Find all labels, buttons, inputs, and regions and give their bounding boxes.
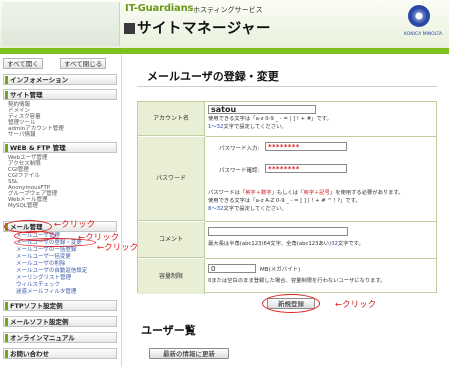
collapse-all-button[interactable]: すべて閉じる <box>60 58 107 69</box>
password-length-note: 8～32文字で設定してください。 <box>208 206 287 213</box>
password-input[interactable]: ******** <box>265 142 347 151</box>
user-list-title: ユーザー覧 <box>141 324 196 337</box>
annotation-click-mail: ←クリック <box>54 220 96 230</box>
sidebar-section-information[interactable]: インフォメーション <box>3 74 117 85</box>
sidebar: すべて開く すべて閉じる インフォメーション サイト管理 契約情報 ドメイン デ… <box>0 54 122 367</box>
main-content: メールユーザの登録・変更 アカウント名 satou 使用できる文字は「a-z 0… <box>123 54 449 367</box>
password-length-rest: 文字で設定してください。 <box>223 206 287 212</box>
sidebar-item-mailing-list[interactable]: メーリングリスト管理 <box>16 275 71 281</box>
pw-note-c: 」もしくは「 <box>271 190 304 196</box>
corporate-logo-icon <box>408 5 430 27</box>
app-title: サイトマネージャー <box>124 17 271 38</box>
sidebar-item-spam-filter[interactable]: 迷惑メールフィルタ管理 <box>16 289 76 295</box>
sidebar-item-virus-check[interactable]: ウィルスチェック <box>16 282 60 288</box>
sidebar-section-contact[interactable]: お問い合わせ <box>3 348 117 359</box>
sidebar-item-mail-user-bulk-change[interactable]: メールユーザ一括変更 <box>16 254 71 260</box>
header-logo-image <box>2 2 120 46</box>
sidebar-section-mail-settings[interactable]: メールソフト設定例 <box>3 316 117 327</box>
corporate-name: KONICA MINOLTA <box>404 32 443 37</box>
password-confirm-input[interactable]: ******** <box>265 164 347 173</box>
password-length: 8～32 <box>208 206 224 212</box>
quota-note: 0または空白のまま登録した場合、容量制限を行わないユーザになります。 <box>208 278 386 284</box>
sidebar-item-server-info[interactable]: サーバ情報 <box>8 132 35 138</box>
sidebar-item-mail-user-bulk-register[interactable]: メールユーザの一括登録 <box>16 247 76 253</box>
password-label: パスワード <box>138 137 205 221</box>
comment-note-a: 最大長は半角(abc123)64文字、全角(abc123あい) <box>208 241 332 247</box>
password-confirm-label: パスワード確認: <box>219 168 260 174</box>
title-mark-icon <box>124 23 135 34</box>
expand-all-button[interactable]: すべて開く <box>3 58 43 69</box>
account-length-note: 1～32文字で設定してください。 <box>208 124 287 131</box>
account-label: アカウント名 <box>138 102 205 136</box>
row-divider <box>205 258 437 259</box>
user-form: アカウント名 satou 使用できる文字は「a-z 0-9 _ - = | ] … <box>137 101 437 294</box>
annotation-click-register-button: ←クリック <box>335 300 377 310</box>
row-divider <box>205 221 437 222</box>
pw-note-d: 英字＋記号 <box>303 190 330 196</box>
pw-note-a: パスワードは「 <box>208 190 246 196</box>
brand-subtitle: ホスティングサービス <box>193 6 263 14</box>
sidebar-section-site[interactable]: サイト管理 <box>3 89 117 100</box>
page-title: メールユーザの登録・変更 <box>147 70 279 83</box>
password-rule-note: パスワードは「英字＋数字」もしくは「英字＋記号」を使用する必要があります。 <box>208 190 404 197</box>
account-note: 使用できる文字は「a-z 0-9 _ - = | ] ! + #」です。 <box>208 116 332 122</box>
refresh-button[interactable]: 最新の情報に更新 <box>149 348 229 359</box>
account-input[interactable]: satou <box>208 105 316 114</box>
sidebar-section-manual[interactable]: オンラインマニュアル <box>3 332 117 343</box>
header-bar: IT-Guardians ホスティングサービス サイトマネージャー KONICA… <box>0 0 449 48</box>
row-divider <box>205 136 437 137</box>
account-length: 1～32 <box>208 124 224 130</box>
comment-input[interactable] <box>208 227 348 236</box>
quota-unit: MB(メガバイト) <box>260 267 301 273</box>
app-title-text: サイトマネージャー <box>137 21 271 37</box>
comment-note-b: 32 <box>331 241 338 247</box>
quota-label: 容量制限 <box>138 259 205 294</box>
title-divider <box>137 86 437 87</box>
brand-logo: IT-Guardians <box>125 3 194 14</box>
password-input-label: パスワード入力: <box>219 146 260 152</box>
comment-note: 最大長は半角(abc123)64文字、全角(abc123あい)32文字です。 <box>208 241 364 248</box>
pw-note-e: 」を使用する必要があります。 <box>329 190 404 196</box>
sidebar-section-ftp-settings[interactable]: FTPソフト設定例 <box>3 300 117 311</box>
highlight-register-button <box>262 294 320 313</box>
comment-label: コメント <box>138 222 205 258</box>
app-window: IT-Guardians ホスティングサービス サイトマネージャー KONICA… <box>0 0 449 367</box>
comment-note-c: 文字です。 <box>337 241 364 247</box>
password-chars-note: 使用できる文字は「a-z A-Z 0-9 _ - = [ ] | ! + # ^… <box>208 198 361 204</box>
quota-input[interactable]: 0 <box>208 264 256 273</box>
sidebar-item-mysql[interactable]: MySQL管理 <box>8 203 38 209</box>
account-length-rest: 文字で設定してください。 <box>223 124 287 130</box>
sidebar-item-mail-user-delete[interactable]: メールユーザの削除 <box>16 261 65 267</box>
pw-note-b: 英字＋数字 <box>245 190 272 196</box>
sidebar-item-mail-auto-reply[interactable]: メールユーザの自動返信設定 <box>16 268 87 274</box>
sidebar-section-web-ftp[interactable]: WEB & FTP 管理 <box>3 142 117 153</box>
